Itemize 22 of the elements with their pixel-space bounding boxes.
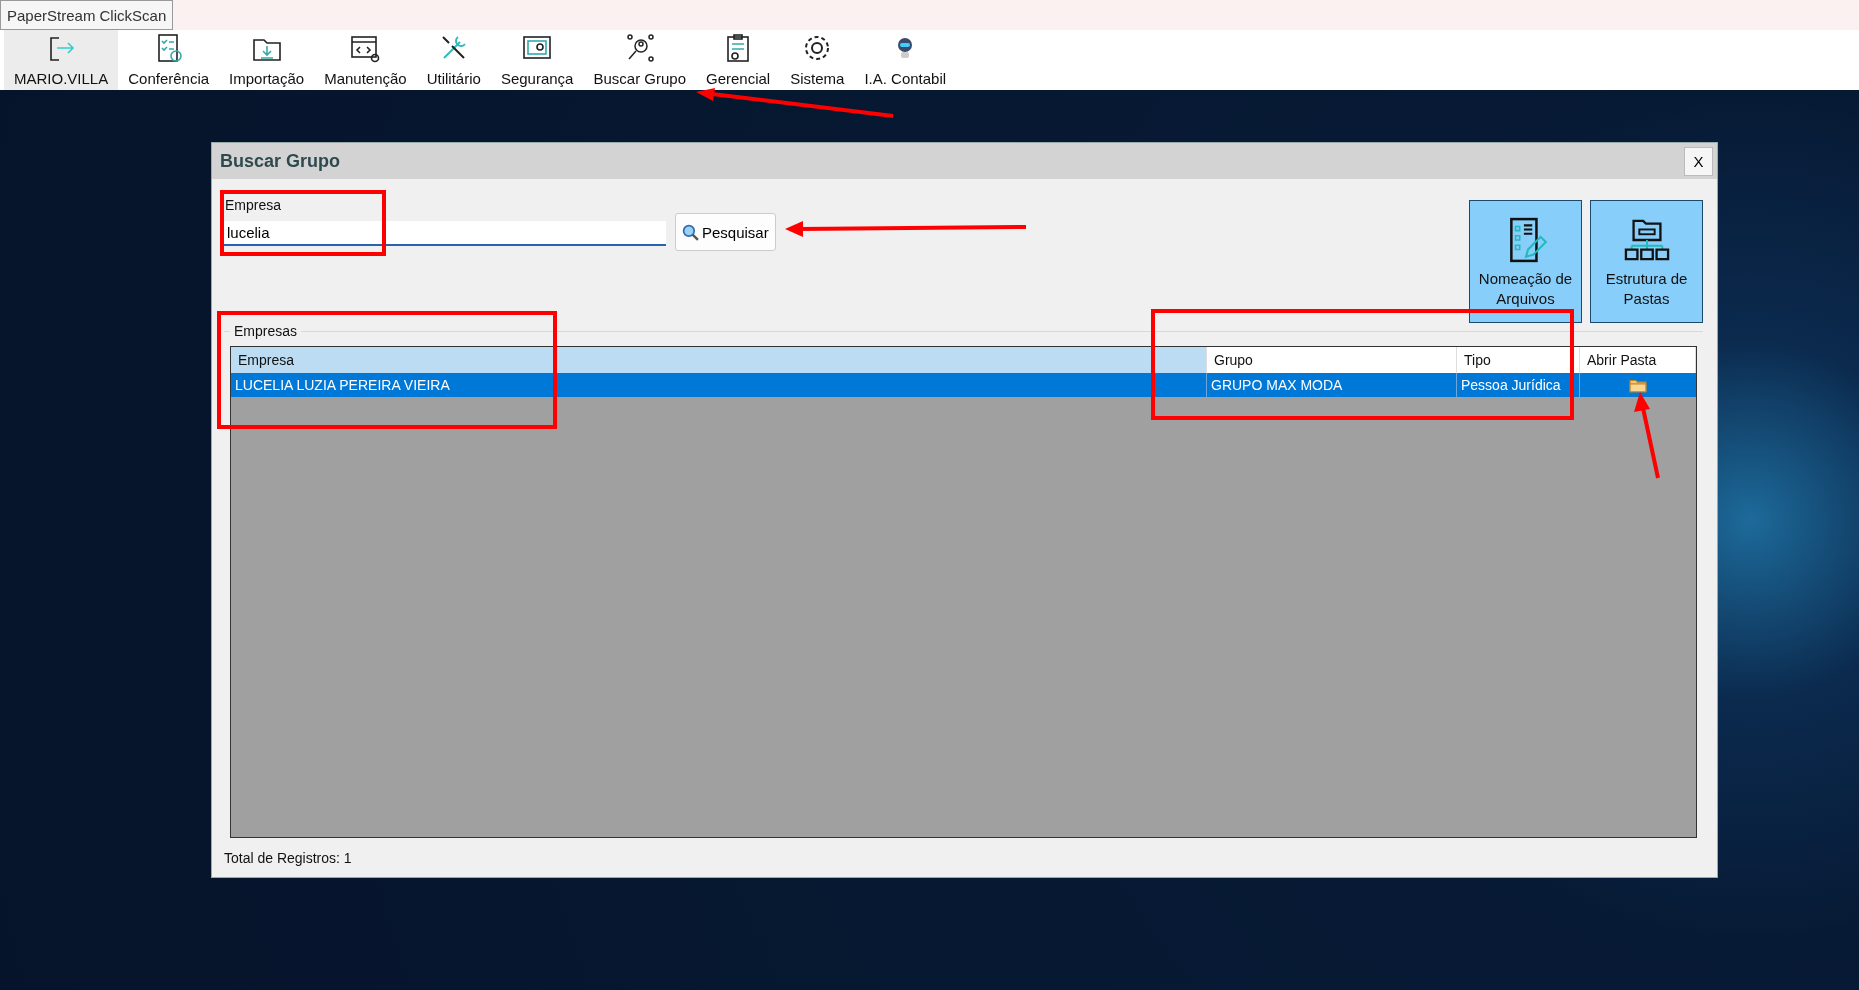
app-title: PaperStream ClickScan (0, 0, 174, 30)
field-label: Empresa (225, 197, 283, 213)
toolbar-button[interactable]: MARIO.VILLA (4, 30, 119, 90)
folder-tree-icon (1623, 217, 1670, 263)
search-icon (682, 223, 699, 241)
column-header[interactable]: Grupo (1207, 347, 1457, 373)
action-button[interactable]: Nomeação de Arquivos (1469, 200, 1582, 323)
close-button[interactable]: X (1684, 146, 1713, 176)
dialog-title: Buscar Grupo (220, 150, 341, 172)
search-button[interactable]: Pesquisar (675, 213, 776, 251)
table-row[interactable]: LUCELIA LUZIA PEREIRA VIEIRA GRUPO MAX MODA Pessoa Jurídica (231, 373, 1696, 397)
status-text: Total de Registros: 1 (224, 850, 353, 866)
table-cell: Pessoa Jurídica (1457, 373, 1580, 397)
search-field[interactable]: lucelia (224, 220, 666, 246)
column-header[interactable]: Abrir Pasta (1580, 347, 1696, 373)
column-header[interactable]: Empresa (231, 347, 1207, 373)
group-title: Empresas (230, 323, 302, 339)
column-header[interactable]: Tipo (1457, 347, 1580, 373)
action-button[interactable]: Estrutura de Pastas (1590, 200, 1703, 323)
table-cell: GRUPO MAX MODA (1207, 373, 1457, 397)
table-cell: LUCELIA LUZIA PEREIRA VIEIRA (231, 373, 1207, 397)
folder-icon[interactable] (1629, 377, 1647, 393)
